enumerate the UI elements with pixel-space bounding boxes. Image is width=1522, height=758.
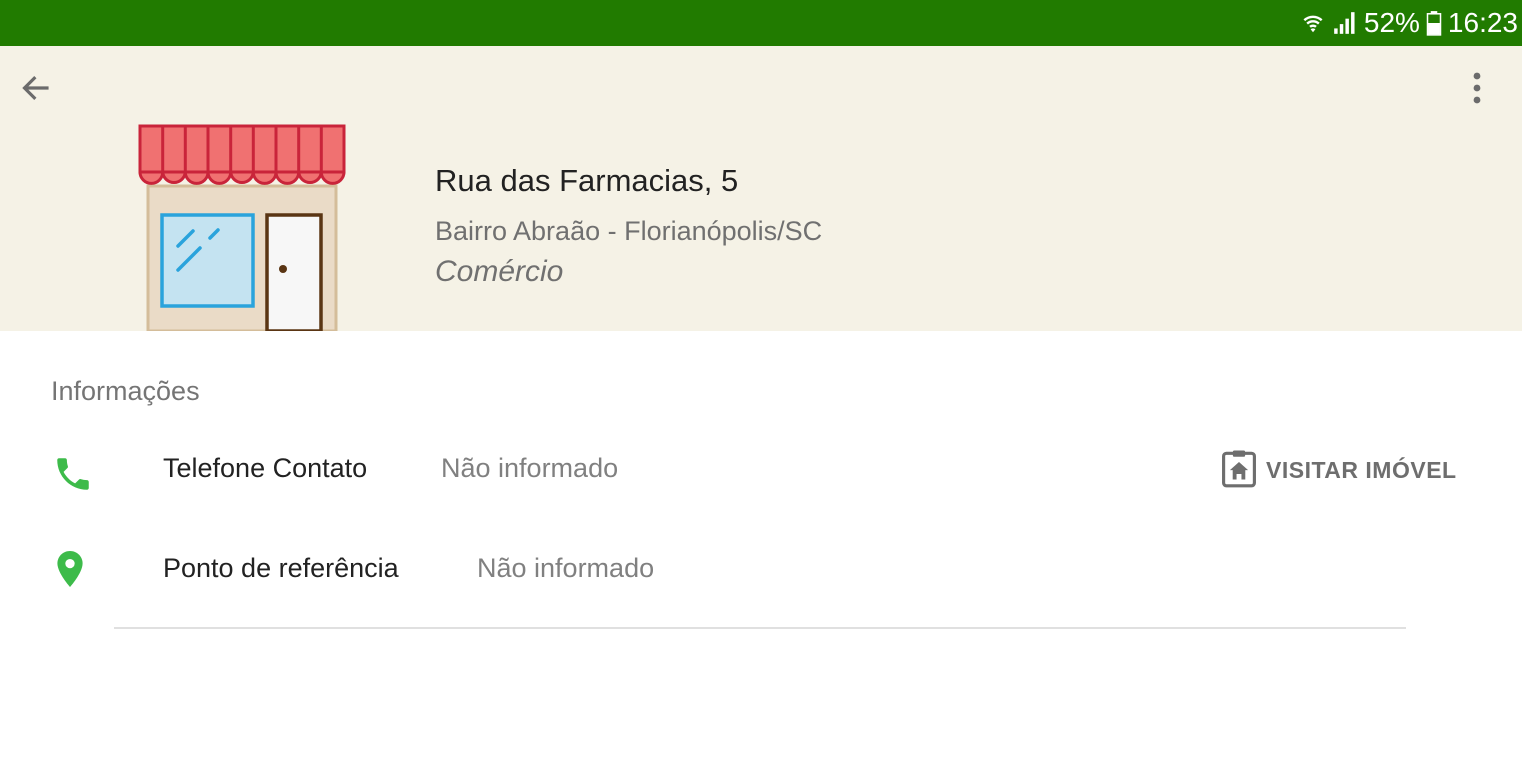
wifi-icon (1300, 10, 1326, 36)
signal-icon (1332, 10, 1358, 36)
battery-icon (1426, 10, 1442, 36)
status-bar: 52% 16:23 (0, 0, 1522, 46)
store-icon (136, 124, 348, 336)
property-address: Rua das Farmacias, 5 (435, 163, 739, 198)
reference-label: Ponto de referência (163, 553, 399, 583)
status-icons: 52% 16:23 (1300, 0, 1518, 46)
back-button[interactable] (12, 70, 58, 110)
phone-icon (52, 453, 94, 500)
visit-property-label: VISITAR IMÓVEL (1266, 456, 1457, 483)
phone-value: Não informado (441, 453, 619, 483)
property-type: Comércio (435, 255, 564, 288)
battery-percent: 52% (1363, 7, 1420, 38)
back-arrow-icon (17, 70, 53, 111)
reference-value: Não informado (477, 553, 655, 583)
clock: 16:23 (1447, 7, 1518, 38)
divider (114, 627, 1406, 629)
clipboard-home-icon (1218, 447, 1260, 494)
visit-property-button[interactable]: VISITAR IMÓVEL (1218, 447, 1457, 493)
section-title-info: Informações (51, 376, 200, 406)
phone-label: Telefone Contato (163, 453, 368, 483)
property-neighborhood: Bairro Abraão - Florianópolis/SC (435, 216, 823, 246)
more-options-button[interactable] (1460, 68, 1494, 112)
more-vert-icon (1472, 71, 1482, 110)
location-pin-icon (52, 549, 88, 594)
property-header: Rua das Farmacias, 5 Bairro Abraão - Flo… (0, 46, 1522, 333)
